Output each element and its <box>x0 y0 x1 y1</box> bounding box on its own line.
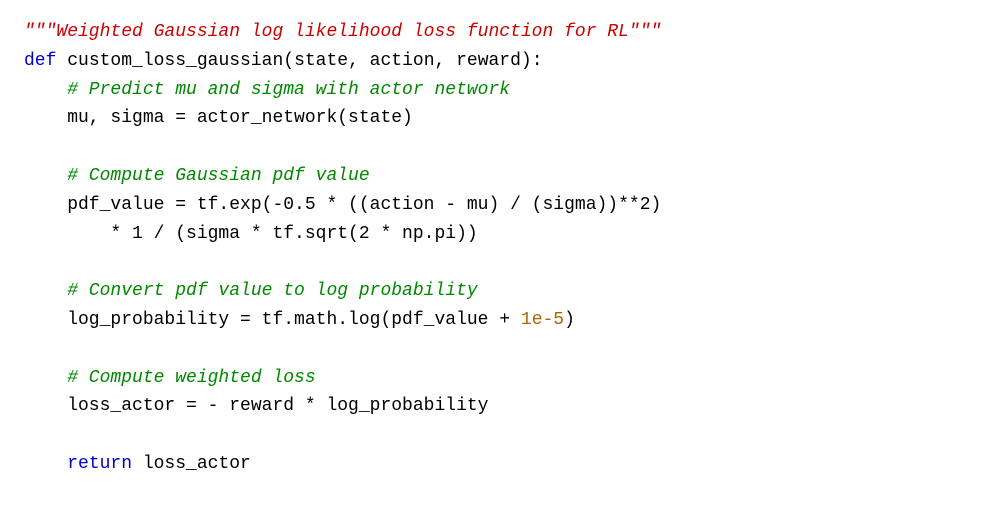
code-line: return loss_actor <box>24 450 977 479</box>
code-token: loss_actor <box>132 454 251 474</box>
code-token: # Convert pdf value to log probability <box>24 281 478 301</box>
code-line: # Compute weighted loss <box>24 364 977 393</box>
code-token: return <box>67 454 132 474</box>
code-token: 1e-5 <box>521 310 564 330</box>
code-line: def custom_loss_gaussian(state, action, … <box>24 47 977 76</box>
code-line: mu, sigma = actor_network(state) <box>24 104 977 133</box>
code-token: mu, sigma = actor_network(state) <box>24 108 413 128</box>
code-token: def <box>24 51 67 71</box>
code-line: pdf_value = tf.exp(-0.5 * ((action - mu)… <box>24 191 977 220</box>
code-line: * 1 / (sigma * tf.sqrt(2 * np.pi)) <box>24 220 977 249</box>
code-line: # Predict mu and sigma with actor networ… <box>24 76 977 105</box>
code-token: * 1 / (sigma * tf.sqrt(2 * np.pi)) <box>24 224 478 244</box>
code-token <box>24 454 67 474</box>
code-token: log_probability = tf.math.log(pdf_value … <box>24 310 521 330</box>
code-token: """Weighted Gaussian log likelihood loss… <box>24 22 661 42</box>
code-token: loss_actor = - reward * log_probability <box>24 396 488 416</box>
code-line <box>24 133 977 162</box>
code-line: # Compute Gaussian pdf value <box>24 162 977 191</box>
code-line <box>24 421 977 450</box>
code-line <box>24 335 977 364</box>
code-token: # Predict mu and sigma with actor networ… <box>24 80 510 100</box>
code-line: """Weighted Gaussian log likelihood loss… <box>24 18 977 47</box>
code-token: # Compute weighted loss <box>24 368 316 388</box>
code-block: """Weighted Gaussian log likelihood loss… <box>0 0 1001 519</box>
code-token: custom_loss_gaussian <box>67 51 283 71</box>
code-token: pdf_value = tf.exp(-0.5 * ((action - mu)… <box>24 195 661 215</box>
code-line: loss_actor = - reward * log_probability <box>24 392 977 421</box>
code-line: # Convert pdf value to log probability <box>24 277 977 306</box>
code-token: # Compute Gaussian pdf value <box>24 166 370 186</box>
code-token: (state, action, reward): <box>283 51 542 71</box>
code-token: ) <box>564 310 575 330</box>
code-line: log_probability = tf.math.log(pdf_value … <box>24 306 977 335</box>
code-line <box>24 248 977 277</box>
